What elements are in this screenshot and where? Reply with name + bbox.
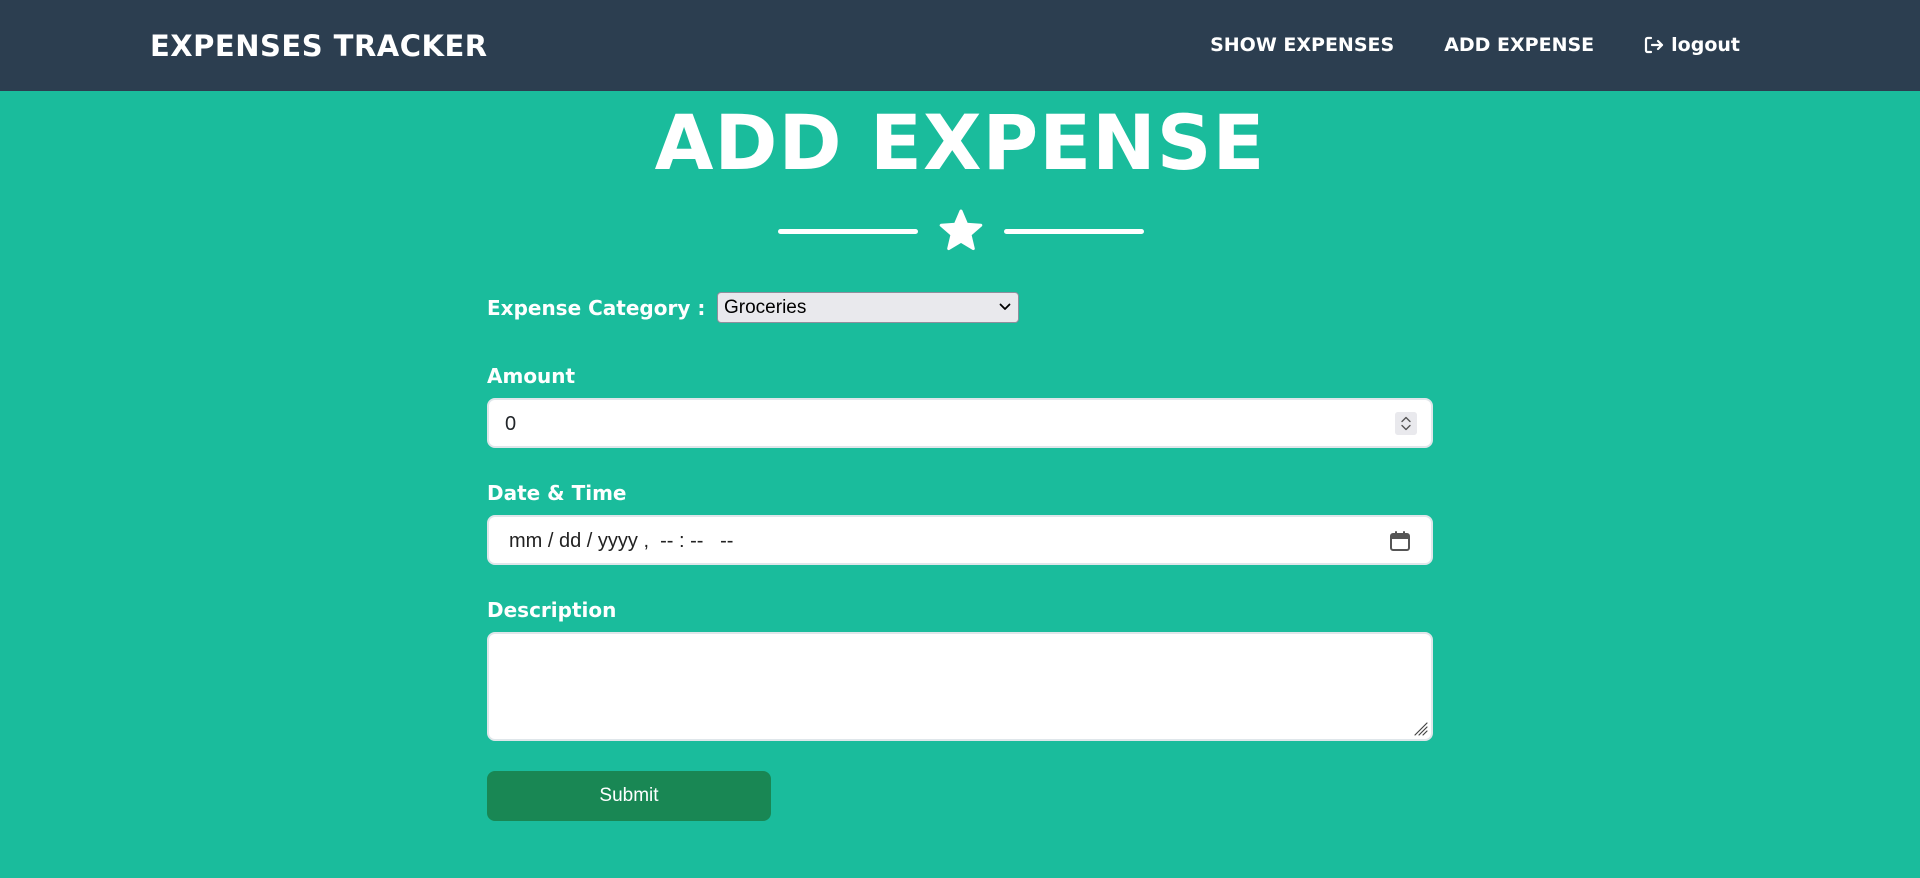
description-label: Description bbox=[487, 598, 617, 622]
category-select[interactable]: Groceries bbox=[717, 292, 1019, 323]
title-divider bbox=[778, 208, 1144, 254]
nav-show-expenses[interactable]: SHOW EXPENSES bbox=[1210, 30, 1394, 60]
calendar-icon[interactable] bbox=[1389, 530, 1411, 552]
resize-grip-icon[interactable] bbox=[1412, 720, 1428, 736]
category-selected-value: Groceries bbox=[724, 297, 807, 318]
divider-line-right bbox=[1004, 229, 1144, 234]
amount-label: Amount bbox=[487, 364, 576, 388]
datetime-placeholder: mm / dd / yyyy , -- : -- -- bbox=[509, 530, 734, 552]
nav-add-expense[interactable]: ADD EXPENSE bbox=[1444, 30, 1594, 60]
amount-input[interactable]: 0 bbox=[487, 398, 1433, 448]
datetime-input[interactable]: mm / dd / yyyy , -- : -- -- bbox=[487, 515, 1433, 565]
brand-title[interactable]: EXPENSES TRACKER bbox=[150, 28, 488, 64]
description-textarea[interactable] bbox=[487, 632, 1433, 741]
nav-logout[interactable]: logout bbox=[1644, 30, 1740, 60]
submit-button[interactable]: Submit bbox=[487, 771, 771, 821]
star-icon bbox=[939, 209, 983, 251]
sign-out-icon bbox=[1645, 36, 1664, 54]
number-spinner-icon[interactable] bbox=[1395, 412, 1417, 435]
divider-line-left bbox=[778, 229, 918, 234]
chevron-down-icon bbox=[999, 303, 1011, 310]
logout-label: logout bbox=[1671, 34, 1740, 56]
category-label: Expense Category : bbox=[487, 296, 706, 320]
navbar: EXPENSES TRACKER SHOW EXPENSES ADD EXPEN… bbox=[0, 0, 1920, 91]
nav-links: SHOW EXPENSES ADD EXPENSE logout bbox=[1210, 30, 1740, 60]
page-title: ADD EXPENSE bbox=[654, 98, 1266, 187]
datetime-label: Date & Time bbox=[487, 481, 627, 505]
amount-value: 0 bbox=[505, 413, 517, 435]
